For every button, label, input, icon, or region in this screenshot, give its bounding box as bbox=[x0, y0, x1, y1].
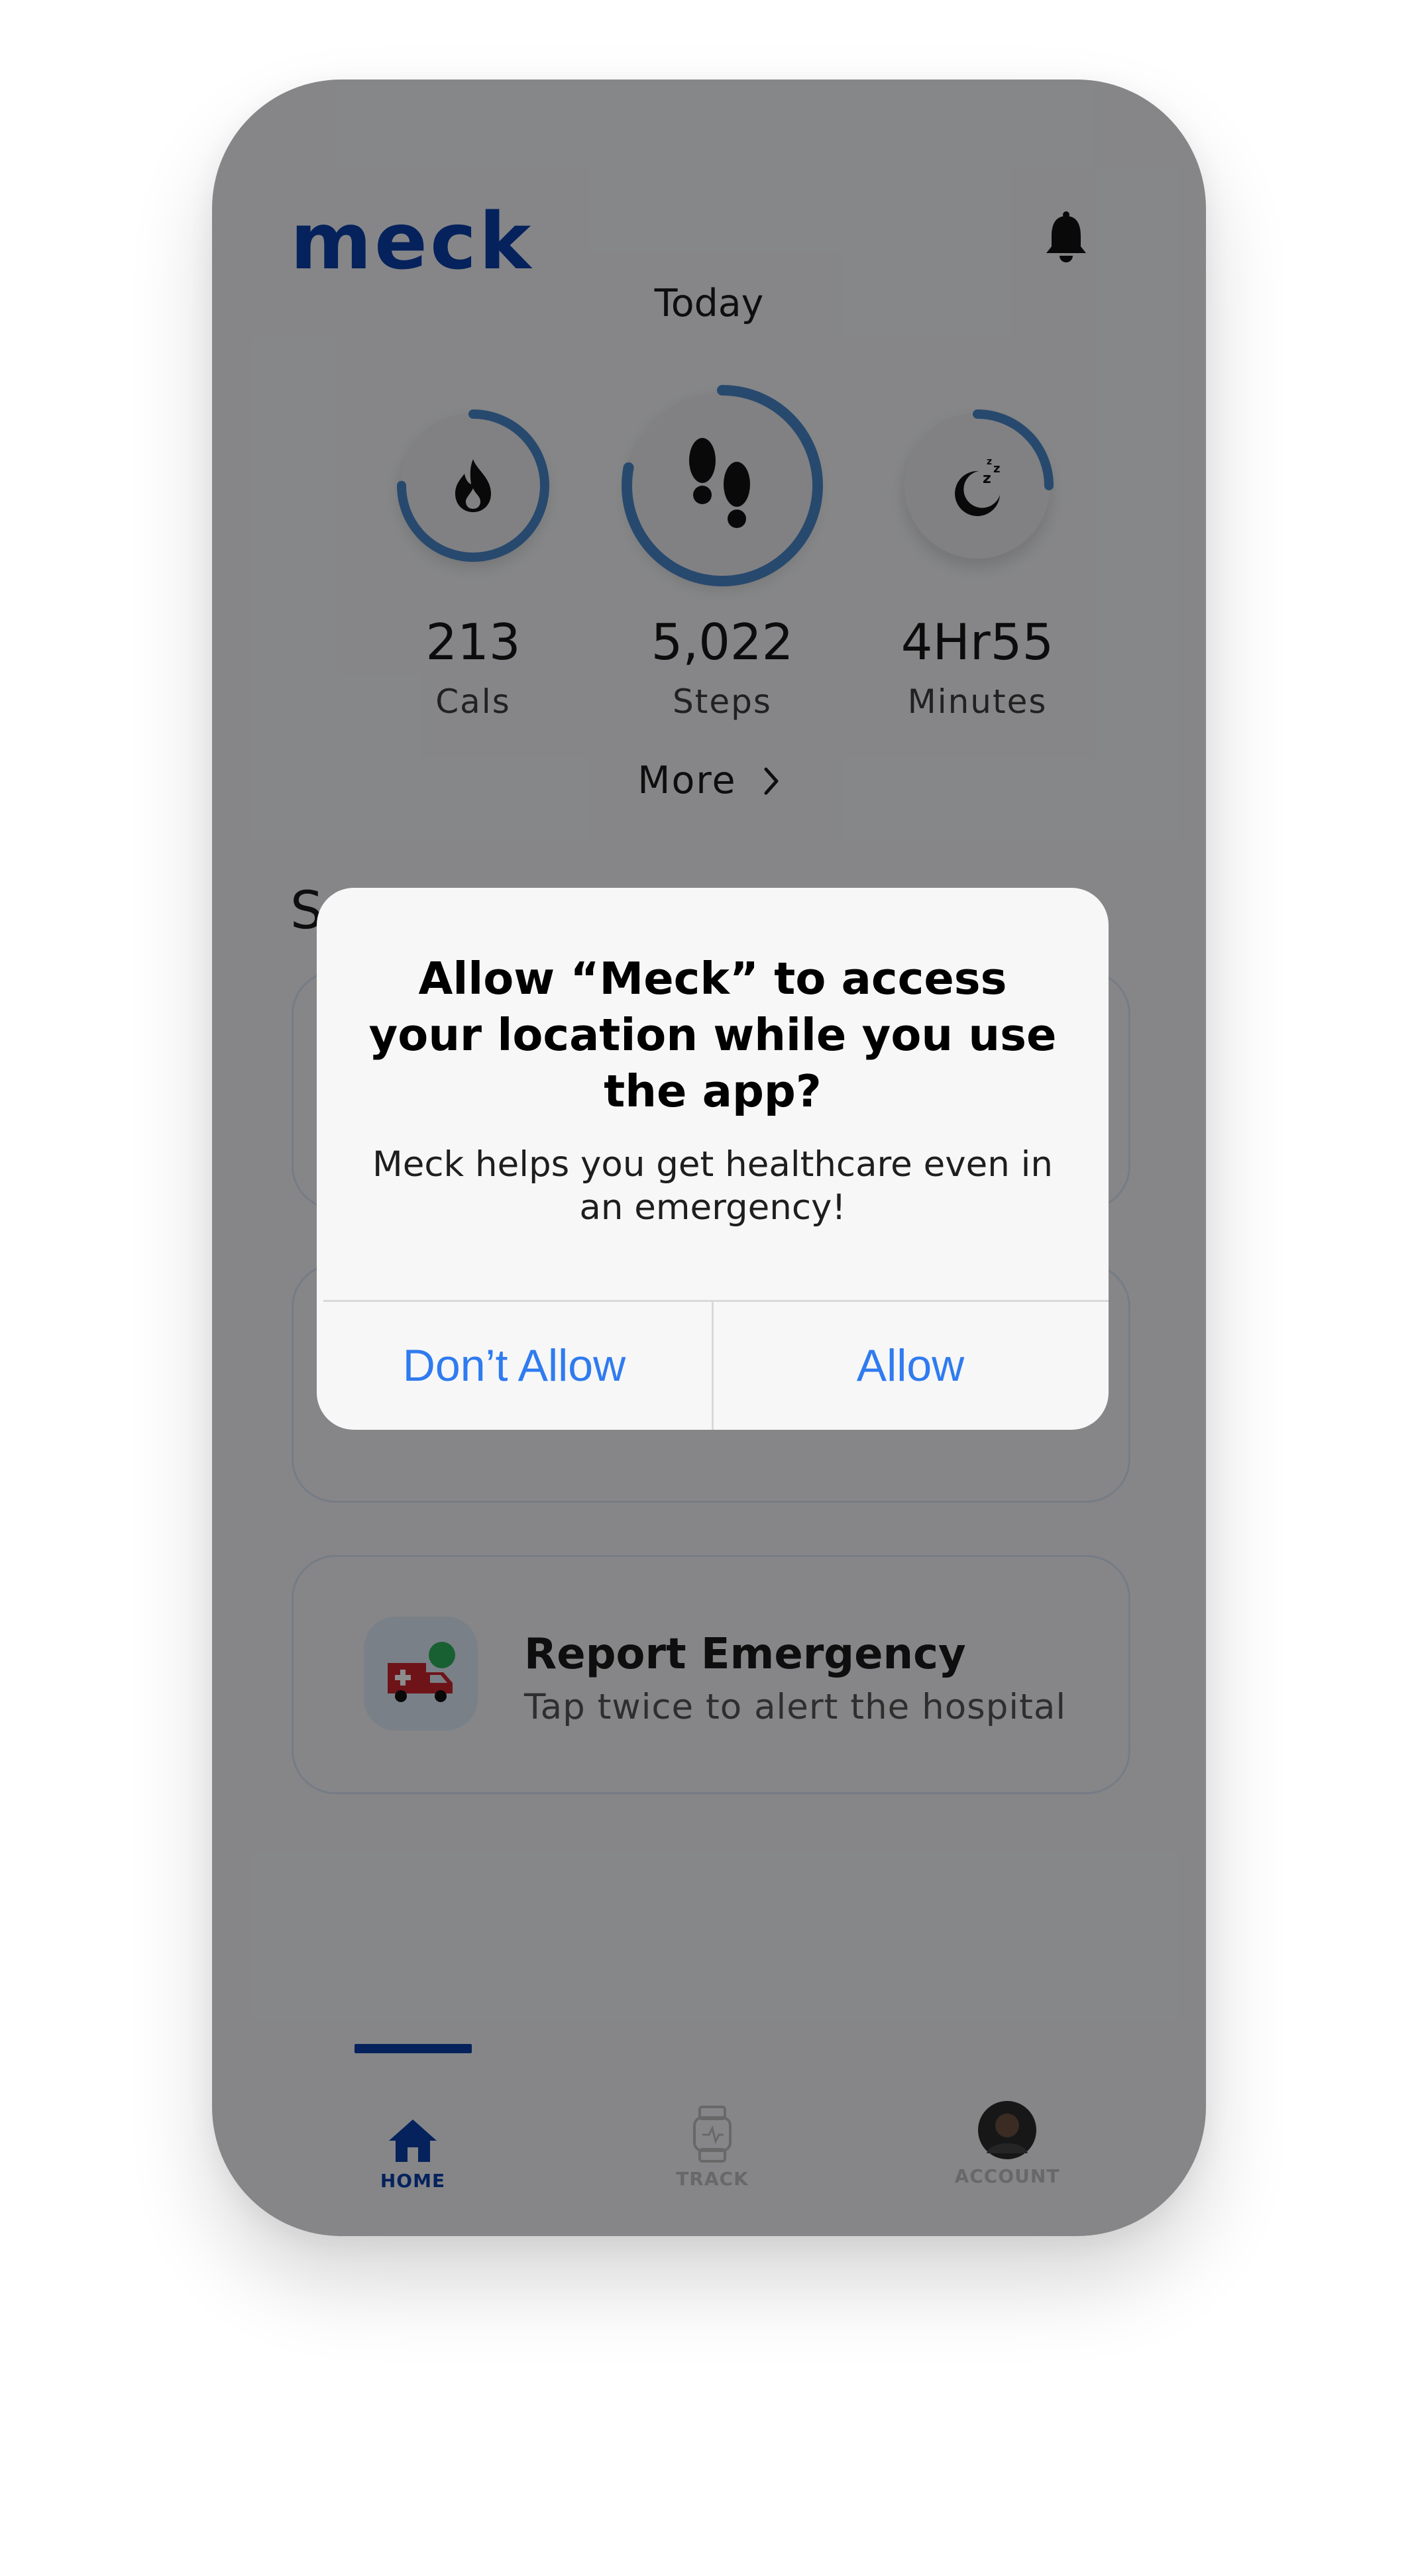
dialog-message: Meck helps you get healthcare even in an… bbox=[372, 1144, 1053, 1228]
dialog-title: Allow “Meck” to access your location whi… bbox=[368, 953, 1057, 1117]
allow-button[interactable]: Allow bbox=[713, 1301, 1108, 1430]
phone-screen: meck Today 213 Cals 5,022 Steps z z z 4H… bbox=[212, 80, 1206, 2236]
location-permission-dialog: Allow “Meck” to access your location whi… bbox=[317, 888, 1109, 1430]
dont-allow-button[interactable]: Don’t Allow bbox=[317, 1301, 712, 1430]
